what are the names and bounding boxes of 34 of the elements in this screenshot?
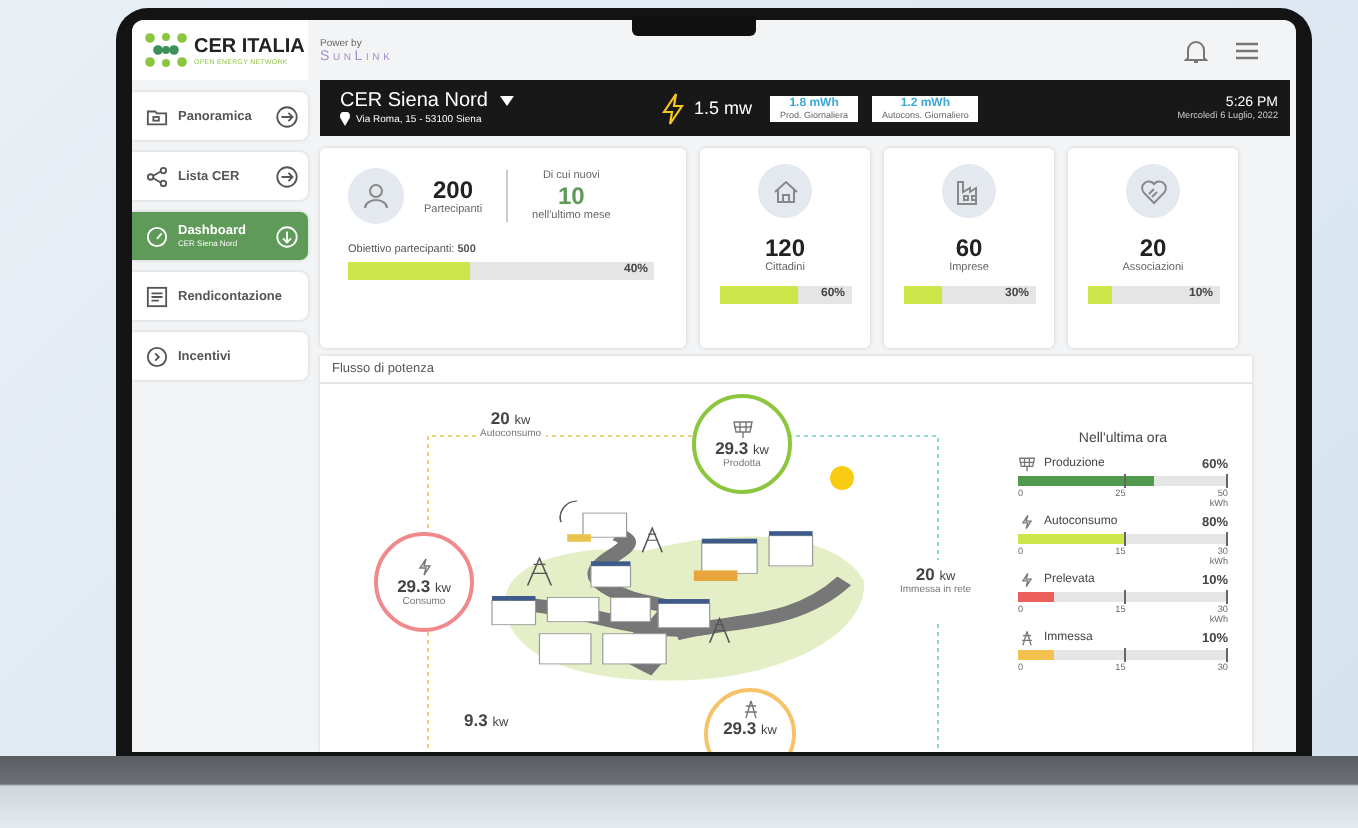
- house-icon: [771, 177, 799, 205]
- location-pin-icon: [340, 112, 350, 126]
- nav-icon: [146, 105, 168, 127]
- avatar-icon: [348, 168, 404, 224]
- lightning-icon: [662, 91, 684, 125]
- category-count: 120: [764, 234, 806, 262]
- menu-icon[interactable]: [1236, 41, 1258, 59]
- cer-selector[interactable]: CER Siena Nord: [340, 90, 652, 112]
- logo-icon: [144, 32, 188, 68]
- flow-line: [937, 623, 939, 752]
- row-icon: [1018, 572, 1036, 588]
- row-icon: [1018, 456, 1036, 472]
- category-count: 20: [1139, 234, 1167, 262]
- sun-icon: [830, 466, 854, 490]
- caret-icon: [499, 96, 514, 106]
- node-icon: [731, 419, 753, 437]
- node-icon: [413, 557, 435, 575]
- logo-name: CER ITALIA: [194, 35, 305, 57]
- nav-icon: [146, 285, 168, 307]
- row-icon: [1018, 514, 1036, 530]
- participants-count: 200: [433, 176, 474, 204]
- nav-icon: [146, 225, 168, 247]
- power-value: 1.5 mw: [694, 98, 753, 118]
- new-members-count: 10: [558, 182, 585, 210]
- nav-icon: [146, 165, 168, 187]
- factory-icon: [955, 177, 983, 205]
- node-icon: [739, 700, 761, 718]
- row-icon: [1018, 630, 1036, 646]
- heart-icon: [1139, 177, 1167, 205]
- notification-bell-icon[interactable]: [1184, 37, 1208, 63]
- camera-notch: [632, 16, 756, 36]
- nav-icon: [146, 345, 168, 367]
- flow-line: [427, 631, 429, 752]
- category-count: 60: [955, 234, 983, 262]
